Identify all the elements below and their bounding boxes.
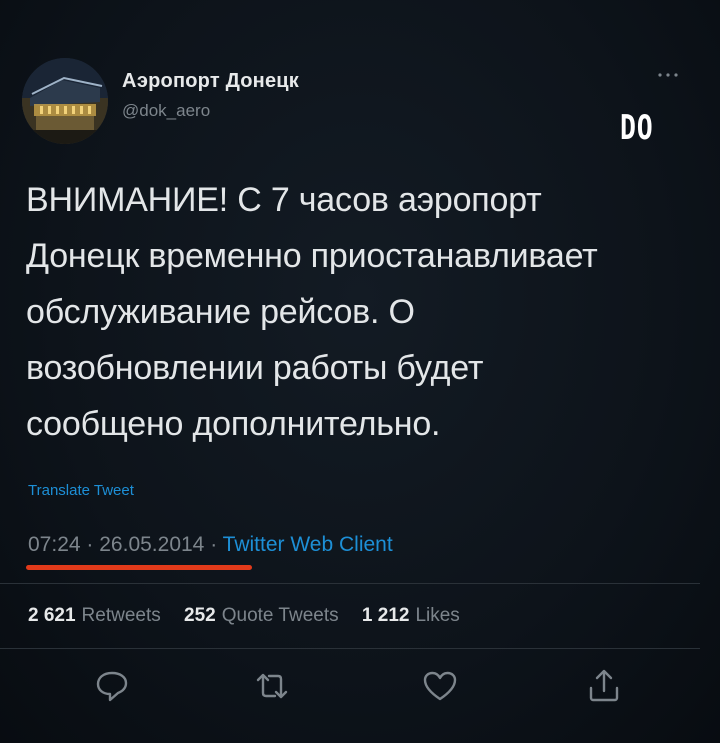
client-link[interactable]: Twitter Web Client [223,533,393,556]
tweet-text: ВНИМАНИЕ! С 7 часов аэропорт Донецк врем… [26,172,686,452]
tweet-line: обслуживание рейсов. О [26,293,415,331]
watermark: DO [620,108,654,148]
avatar[interactable] [22,58,108,144]
tweet-line: сообщено дополнительно. [26,405,441,443]
likes-stat[interactable]: 1 212 Likes [362,605,460,626]
more-icon[interactable] [652,66,684,84]
tweet-card: Аэропорт Донецк @dok_aero DO ВНИМАНИЕ! С… [0,0,720,743]
retweets-stat[interactable]: 2 621 Retweets [28,605,161,626]
tweet-line: Донецк временно приостанавливает [26,237,598,275]
divider [0,583,700,584]
handle[interactable]: @dok_aero [122,101,210,121]
quote-tweets-label: Quote Tweets [221,605,339,626]
separator: · [86,533,94,556]
display-name[interactable]: Аэропорт Донецк [122,70,299,93]
tweet-time[interactable]: 07:24 [28,533,81,556]
like-button[interactable] [420,666,460,706]
retweet-icon [256,673,288,699]
share-icon [589,669,619,702]
highlight-underline [26,565,252,570]
engagement-stats: 2 621 Retweets 252 Quote Tweets 1 212 Likes [28,605,478,627]
likes-count: 1 212 [361,605,410,626]
reply-button[interactable] [92,666,132,706]
retweet-button[interactable] [252,666,292,706]
reply-icon [96,671,128,702]
tweet-line: возобновлении работы будет [26,349,484,387]
separator: · [210,533,218,556]
retweets-count: 2 621 [28,605,76,626]
quote-tweets-count: 252 [184,605,216,626]
tweet-timestamp: 07:24 · 26.05.2014 · Twitter Web Client [28,533,393,557]
like-icon [423,671,457,701]
likes-label: Likes [415,605,460,626]
tweet-line: ВНИМАНИЕ! С 7 часов аэропорт [26,181,542,219]
share-button[interactable] [584,666,624,706]
quote-tweets-stat[interactable]: 252 Quote Tweets [184,605,339,626]
translate-tweet-link[interactable]: Translate Tweet [28,482,134,499]
tweet-date[interactable]: 26.05.2014 [99,533,204,556]
airport-photo-icon [22,58,108,144]
retweets-label: Retweets [81,605,161,626]
divider [0,648,700,649]
